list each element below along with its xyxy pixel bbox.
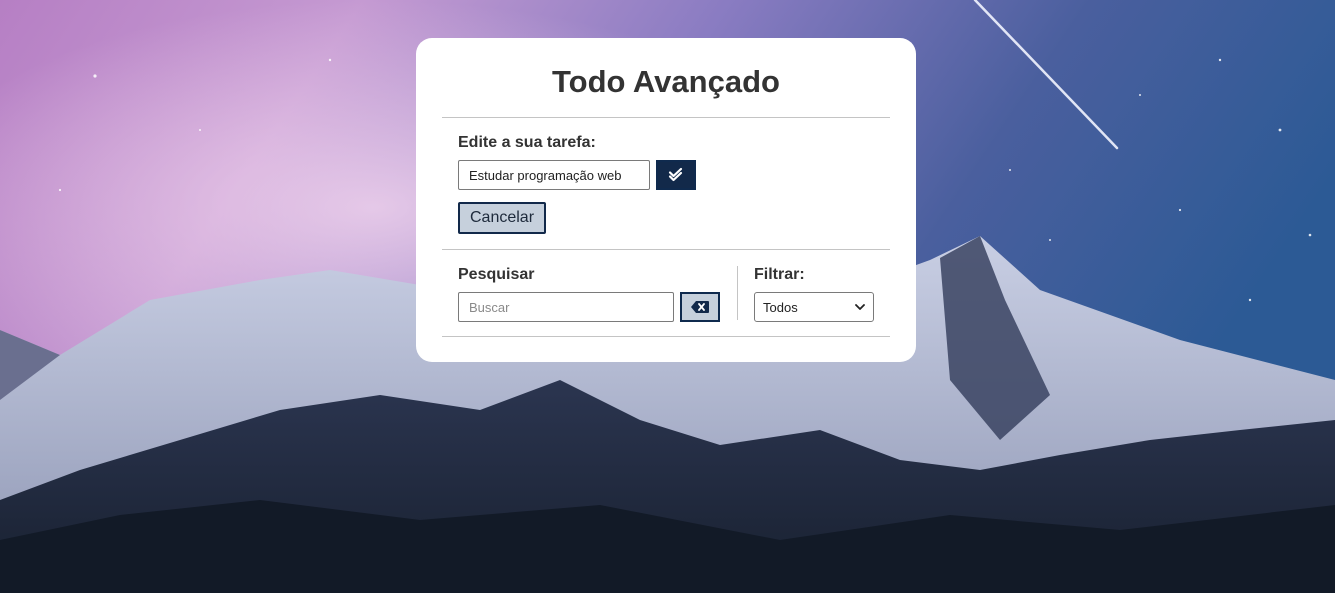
vertical-divider xyxy=(737,266,738,320)
edit-form: Edite a sua tarefa: Cancelar xyxy=(442,118,890,249)
clear-search-button[interactable] xyxy=(680,292,720,322)
page-title: Todo Avançado xyxy=(552,64,780,99)
filter-selected-value: Todos xyxy=(763,299,798,315)
double-check-icon xyxy=(668,167,683,182)
backspace-icon xyxy=(691,301,709,313)
chevron-down-icon xyxy=(855,303,865,310)
search-input[interactable] xyxy=(458,292,674,322)
search-section: Pesquisar xyxy=(458,266,737,322)
edit-task-input[interactable] xyxy=(458,160,650,190)
filter-label: Filtrar: xyxy=(754,266,805,283)
search-row xyxy=(458,292,737,322)
divider-bottom xyxy=(442,336,890,337)
toolbar: Pesquisar Filtrar: Todos xyxy=(442,250,890,336)
edit-label: Edite a sua tarefa: xyxy=(458,134,596,151)
cancel-edit-button[interactable]: Cancelar xyxy=(458,202,547,234)
filter-select[interactable]: Todos xyxy=(754,292,874,322)
filter-section: Filtrar: Todos xyxy=(754,266,874,322)
todo-card: Todo Avançado Edite a sua tarefa: Cancel… xyxy=(416,38,916,362)
edit-row xyxy=(458,160,874,190)
search-label: Pesquisar xyxy=(458,266,535,283)
confirm-edit-button[interactable] xyxy=(656,160,696,190)
